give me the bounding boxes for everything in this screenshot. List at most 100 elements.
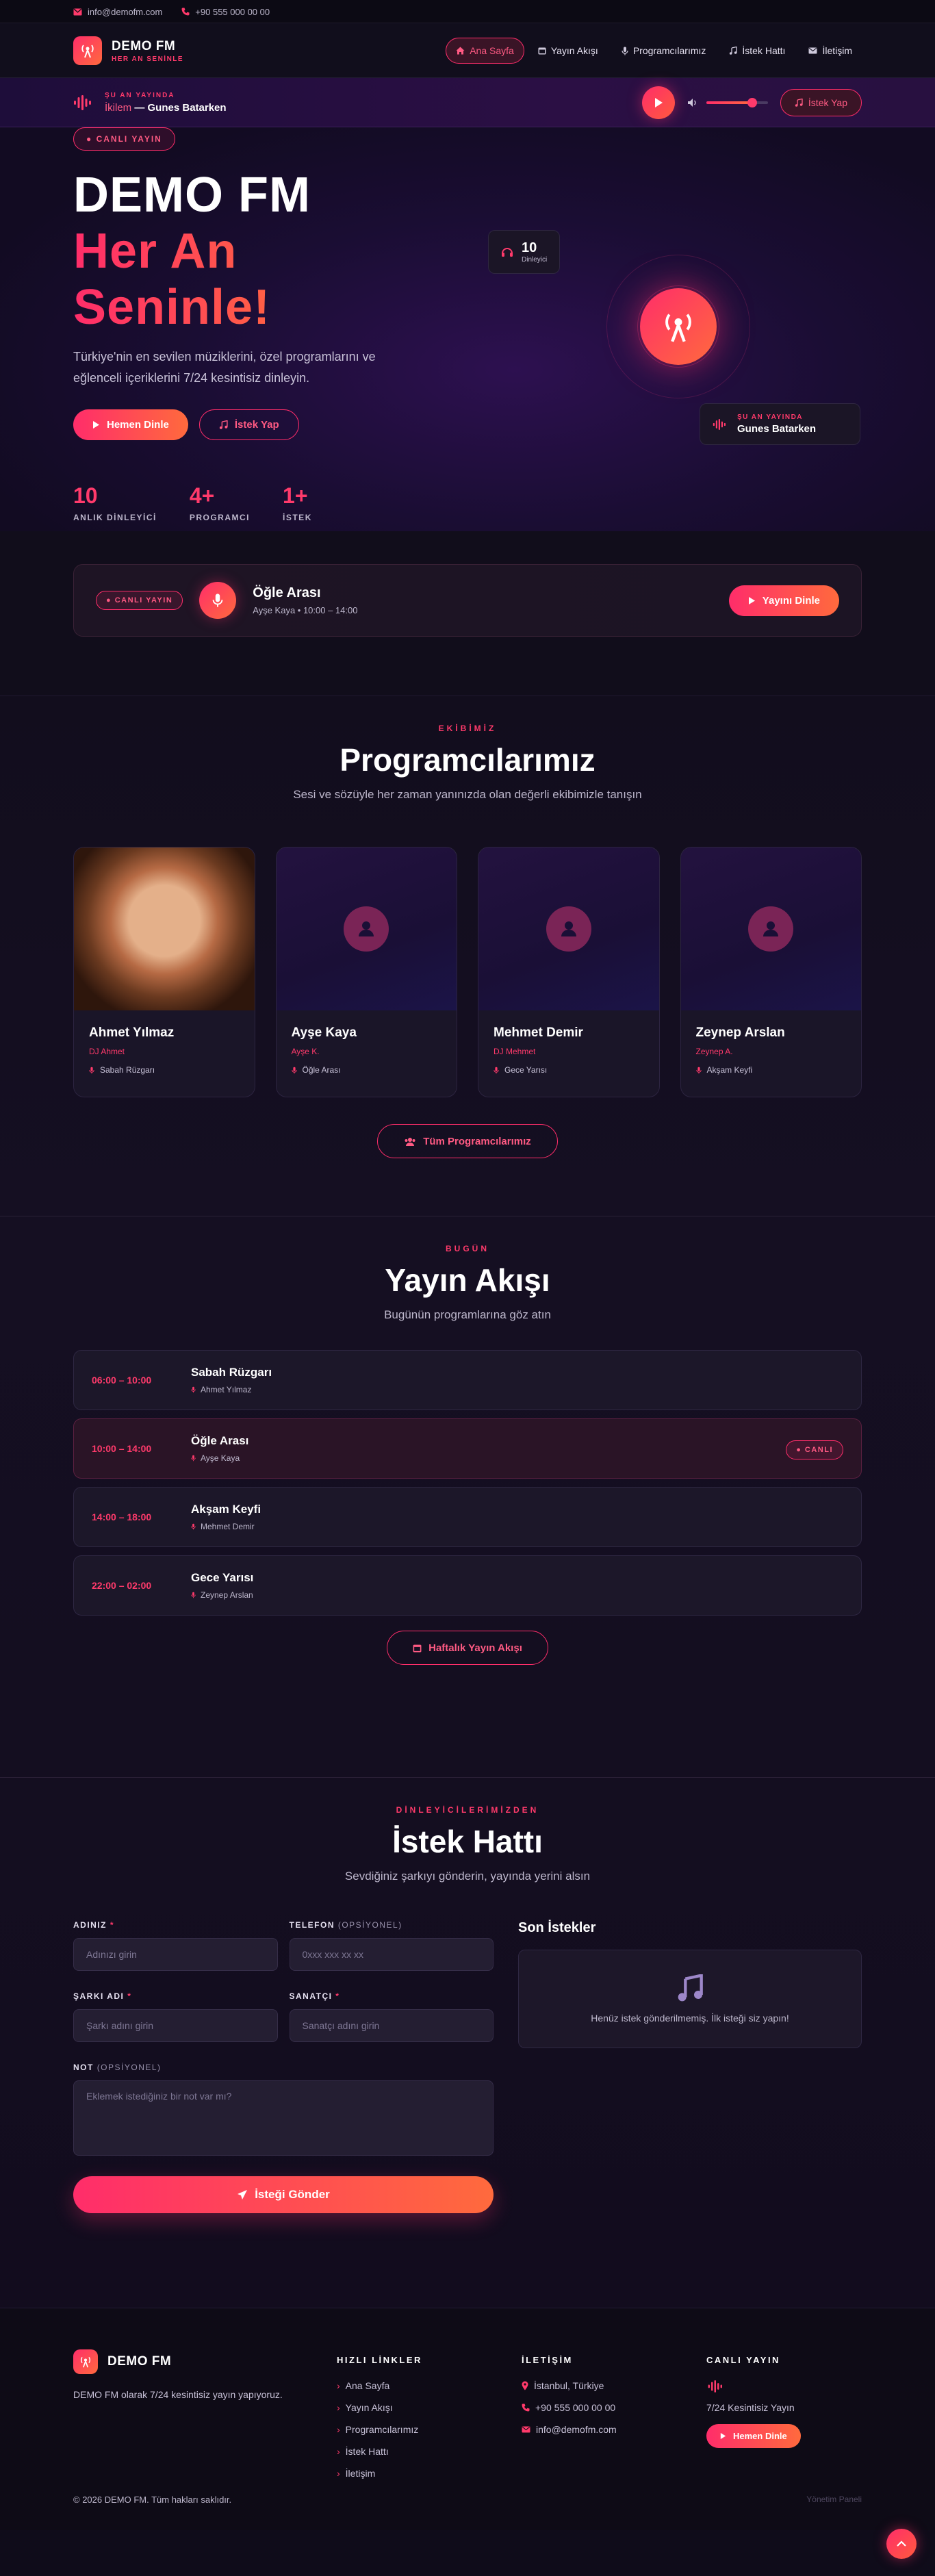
name-input[interactable]: Adınızı girin bbox=[73, 1938, 278, 1971]
nav-request[interactable]: İstek Hattı bbox=[719, 38, 795, 64]
hero-stats: 10 ANLIK DİNLEYİCİ 4+ PROGRAMCI 1+ İSTEK bbox=[73, 483, 312, 522]
mic-icon bbox=[494, 1067, 499, 1073]
hero-listen-button[interactable]: Hemen Dinle bbox=[73, 409, 188, 440]
nav-home[interactable]: Ana Sayfa bbox=[446, 38, 524, 64]
all-programmers-button[interactable]: Tüm Programcılarımız bbox=[377, 1124, 558, 1158]
player-request-label: İstek Yap bbox=[808, 97, 847, 108]
footer-link[interactable]: › İletişim bbox=[337, 2468, 522, 2479]
footer-address-text: İstanbul, Türkiye bbox=[534, 2380, 604, 2391]
song-input[interactable]: Şarkı adını girin bbox=[73, 2009, 278, 2042]
artist-input[interactable]: Sanatçı adını girin bbox=[289, 2009, 494, 2042]
now-program-title: Öğle Arası bbox=[253, 585, 321, 600]
calendar-icon bbox=[413, 1644, 422, 1652]
brand-logo-link[interactable]: DEMO FM HER AN SENİNLE bbox=[73, 36, 183, 65]
nav-contact-label: İletişim bbox=[822, 45, 852, 56]
hero-request-button[interactable]: İstek Yap bbox=[198, 409, 299, 440]
volume-slider-fill bbox=[706, 101, 753, 104]
nav-programmers-label: Programcılarımız bbox=[632, 45, 706, 56]
volume-slider-handle[interactable] bbox=[747, 98, 758, 107]
now-program-sub: Ayşe Kaya • 10:00 – 14:00 bbox=[253, 605, 358, 615]
schedule-time: 06:00 – 10:00 bbox=[92, 1375, 152, 1386]
stat-requests: 1+ İSTEK bbox=[283, 483, 312, 522]
footer-phone[interactable]: +90 555 000 00 00 bbox=[522, 2402, 706, 2413]
schedule-title: Gece Yarısı bbox=[191, 1571, 254, 1584]
host-card[interactable]: Ayşe Kaya Ayşe K. Öğle Arası bbox=[275, 847, 457, 1097]
host-card[interactable]: Mehmet Demir DJ Mehmet Gece Yarısı bbox=[478, 847, 660, 1097]
user-avatar-icon bbox=[546, 906, 591, 952]
footer-address: İstanbul, Türkiye bbox=[522, 2380, 706, 2391]
site-header: DEMO FM HER AN SENİNLE Ana Sayfa Yayın A… bbox=[0, 23, 935, 78]
submit-request-button[interactable]: İsteği Gönder bbox=[73, 2176, 494, 2213]
schedule-list: 06:00 – 10:00 Sabah Rüzgarı Ahmet Yılmaz… bbox=[73, 1350, 862, 1624]
footer-link-label: Programcılarımız bbox=[345, 2424, 419, 2435]
footer-email-text: info@demofm.com bbox=[536, 2424, 617, 2435]
phone-icon bbox=[522, 2403, 530, 2412]
nav-schedule-label: Yayın Akışı bbox=[550, 45, 598, 56]
host-card[interactable]: Ahmet Yılmaz DJ Ahmet Sabah Rüzgarı bbox=[73, 847, 255, 1097]
sound-wave-icon bbox=[708, 2380, 722, 2393]
phone-input[interactable]: 0xxx xxx xx xx bbox=[289, 1938, 494, 1971]
hero-radio-orb bbox=[640, 288, 717, 365]
envelope-icon bbox=[808, 47, 817, 54]
name-label: ADINIZ * bbox=[73, 1920, 278, 1930]
volume-icon[interactable] bbox=[687, 98, 698, 107]
nav-schedule[interactable]: Yayın Akışı bbox=[528, 38, 608, 64]
programmers-subtitle: Sesi ve sözüyle her zaman yanınızda olan… bbox=[293, 788, 642, 801]
topbar-phone[interactable]: +90 555 000 00 00 bbox=[181, 7, 270, 17]
programmers-eyebrow: EKİBİMİZ bbox=[438, 724, 497, 733]
schedule-title: Sabah Rüzgarı bbox=[191, 1366, 272, 1379]
onair-card-label: ŞU AN YAYINDA bbox=[737, 413, 804, 421]
music-icon bbox=[678, 1974, 703, 2002]
schedule-row: 06:00 – 10:00 Sabah Rüzgarı Ahmet Yılmaz bbox=[73, 1350, 862, 1410]
radio-tower-icon bbox=[73, 36, 102, 65]
schedule-title: Akşam Keyfi bbox=[191, 1503, 261, 1516]
stat-requests-num: 1+ bbox=[283, 483, 308, 508]
topbar-email[interactable]: info@demofm.com bbox=[73, 7, 162, 17]
scroll-to-top-button[interactable] bbox=[886, 2529, 917, 2559]
footer-link[interactable]: › İstek Hattı bbox=[337, 2446, 522, 2457]
weekly-schedule-button[interactable]: Haftalık Yayın Akışı bbox=[387, 1631, 548, 1665]
schedule-eyebrow: BUGÜN bbox=[446, 1244, 489, 1253]
play-icon bbox=[654, 98, 663, 107]
envelope-icon bbox=[522, 2426, 530, 2433]
footer-listen-label: Hemen Dinle bbox=[733, 2431, 787, 2441]
song-label-text: ŞARKI ADI bbox=[73, 1991, 125, 2001]
schedule-row: 14:00 – 18:00 Akşam Keyfi Mehmet Demir bbox=[73, 1487, 862, 1547]
volume-slider[interactable] bbox=[706, 98, 768, 107]
footer-brand[interactable]: DEMO FM bbox=[73, 2349, 337, 2374]
admin-panel-link[interactable]: Yönetim Paneli bbox=[806, 2495, 862, 2505]
stat-requests-label: İSTEK bbox=[283, 513, 312, 522]
hero-title-line3: Seninle! bbox=[73, 279, 311, 335]
hero-listen-label: Hemen Dinle bbox=[107, 419, 169, 431]
player-request-button[interactable]: İstek Yap bbox=[780, 89, 862, 116]
footer-link[interactable]: › Ana Sayfa bbox=[337, 2380, 522, 2391]
listeners-card: 10 Dinleyici bbox=[488, 230, 561, 274]
footer-listen-button[interactable]: Hemen Dinle bbox=[706, 2424, 801, 2448]
footer-link[interactable]: › Yayın Akışı bbox=[337, 2402, 522, 2413]
stat-programmers: 4+ PROGRAMCI bbox=[190, 483, 250, 522]
onair-card-title: Gunes Batarken bbox=[737, 423, 817, 435]
mic-icon bbox=[199, 582, 237, 619]
footer-description: DEMO FM olarak 7/24 kesintisiz yayın yap… bbox=[73, 2389, 283, 2400]
chevron-right-icon: › bbox=[337, 2380, 340, 2391]
footer-email[interactable]: info@demofm.com bbox=[522, 2424, 706, 2435]
note-label-text: NOT bbox=[73, 2063, 94, 2072]
schedule-row: 10:00 – 14:00 Öğle Arası Ayşe Kaya ● CAN… bbox=[73, 1418, 862, 1479]
play-button[interactable] bbox=[641, 86, 675, 119]
host-show: Sabah Rüzgarı bbox=[100, 1065, 155, 1075]
now-playing-artist: İkilem bbox=[105, 102, 132, 114]
footer-link[interactable]: › Programcılarımız bbox=[337, 2424, 522, 2435]
nav-contact[interactable]: İletişim bbox=[799, 38, 862, 64]
now-listen-button[interactable]: Yayını Dinle bbox=[728, 585, 839, 616]
nav-programmers[interactable]: Programcılarımız bbox=[612, 38, 716, 64]
schedule-host: Ayşe Kaya bbox=[201, 1453, 240, 1463]
now-playing-label: ŞU AN YAYINDA bbox=[105, 92, 175, 99]
required-mark: * bbox=[110, 1920, 115, 1930]
note-textarea[interactable]: Eklemek istediğiniz bir not var mı? bbox=[73, 2080, 494, 2156]
schedule-host: Mehmet Demir bbox=[201, 1522, 255, 1531]
footer-phone-text: +90 555 000 00 00 bbox=[535, 2402, 616, 2413]
footer-link-label: Ana Sayfa bbox=[345, 2380, 390, 2391]
chevron-up-icon bbox=[897, 2540, 906, 2547]
artist-label: SANATÇI * bbox=[290, 1991, 494, 2001]
host-card[interactable]: Zeynep Arslan Zeynep A. Akşam Keyfi bbox=[680, 847, 862, 1097]
